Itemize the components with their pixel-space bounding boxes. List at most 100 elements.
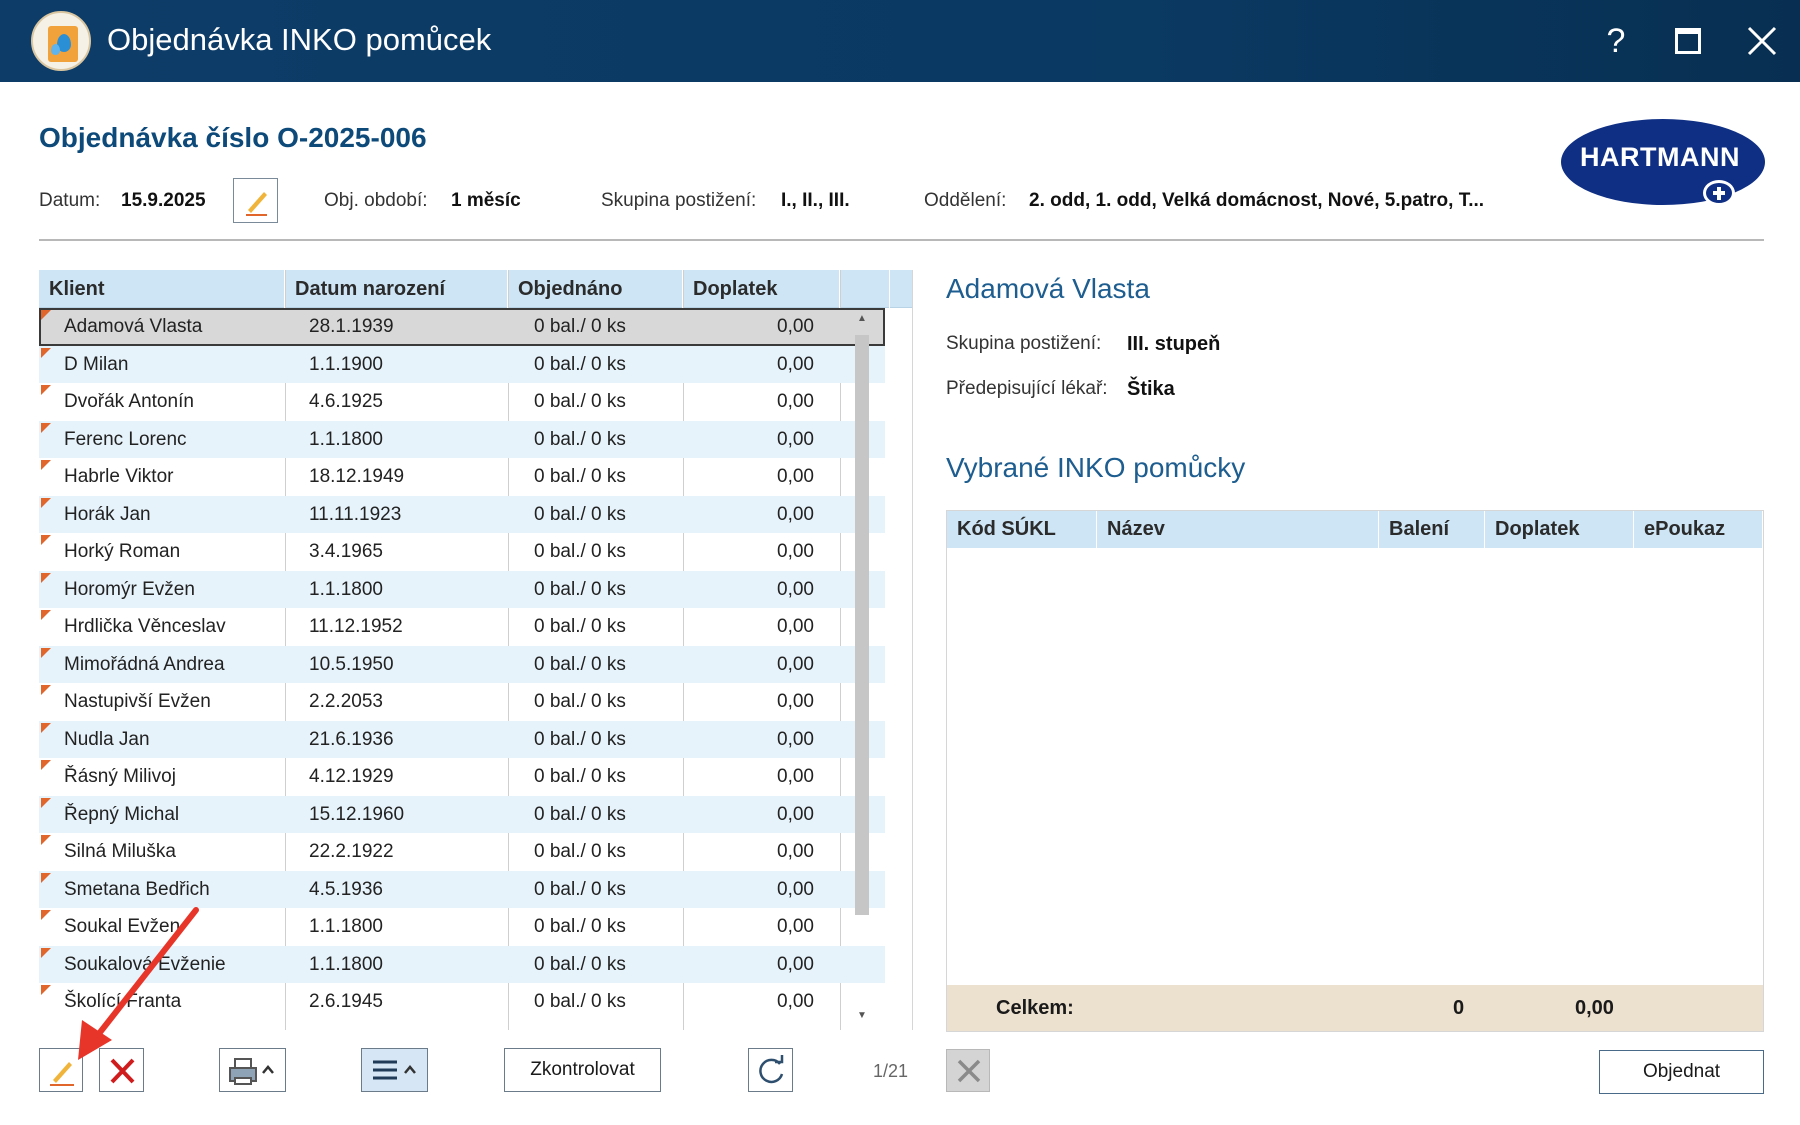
table-row[interactable]: Hrdlička Věnceslav 11.12.1952 0 bal./ 0 ks… — [39, 608, 885, 646]
refresh-icon — [759, 1055, 784, 1084]
table-row[interactable]: Nudla Jan 21.6.1936 0 bal./ 0 ks 0,00 — [39, 720, 885, 758]
row-flag-icon — [41, 422, 51, 433]
surcharge-cell: 0,00 — [777, 578, 814, 600]
column-header-empty — [840, 270, 890, 308]
row-flag-icon — [41, 947, 51, 958]
check-button[interactable]: Zkontrolovat — [504, 1048, 661, 1092]
ordered-cell: 0 bal./ 0 ks — [534, 878, 626, 900]
row-flag-icon — [41, 872, 51, 883]
ordered-cell: 0 bal./ 0 ks — [534, 841, 626, 862]
print-button[interactable] — [219, 1048, 286, 1092]
detail-doctor-label: Předepisující lékař: — [946, 378, 1108, 399]
column-header-epoukaz[interactable]: ePoukaz — [1634, 511, 1763, 548]
table-row[interactable]: Dvořák Antonín 4.6.1925 0 bal./ 0 ks 0,00 — [39, 383, 885, 421]
annotation-arrow — [78, 907, 199, 1060]
row-flag-icon — [41, 385, 51, 395]
client-name-cell: Nudla Jan — [64, 728, 150, 750]
dob-cell: 1.1.1800 — [309, 578, 383, 600]
ordered-cell: 0 bal./ 0 ks — [534, 353, 626, 375]
table-row[interactable]: Horák Jan 11.11.1923 0 bal./ 0 ks 0,00 — [39, 495, 885, 533]
ordered-cell: 0 bal./ 0 ks — [534, 541, 626, 562]
ordered-cell: 0 bal./ 0 ks — [534, 991, 626, 1012]
header-divider — [39, 239, 1764, 241]
row-flag-icon — [41, 460, 51, 470]
dob-cell: 11.11.1923 — [309, 503, 402, 525]
dob-cell: 1.1.1800 — [309, 916, 383, 937]
row-flag-icon — [41, 347, 51, 358]
surcharge-cell: 0,00 — [777, 428, 814, 450]
scroll-up-icon[interactable]: ▲ — [857, 313, 867, 324]
ordered-cell: 0 bal./ 0 ks — [534, 503, 626, 525]
column-header-dob[interactable]: Datum narození — [285, 270, 508, 308]
table-row[interactable]: Horomýr Evžen 1.1.1800 0 bal./ 0 ks 0,00 — [39, 570, 885, 608]
surcharge-cell: 0,00 — [777, 953, 814, 975]
table-row[interactable]: Ferenc Lorenc 1.1.1800 0 bal./ 0 ks 0,00 — [39, 420, 885, 458]
refresh-button[interactable] — [748, 1048, 793, 1092]
ordered-cell: 0 bal./ 0 ks — [534, 466, 626, 487]
hartmann-plus-icon — [1703, 180, 1735, 206]
help-icon[interactable]: ? — [1593, 18, 1639, 64]
table-row[interactable]: Řásný Milivoj 4.12.1929 0 bal./ 0 ks 0,00 — [39, 758, 885, 796]
printer-icon — [229, 1058, 274, 1085]
table-row[interactable]: Nastupivší Evžen 2.2.2053 0 bal./ 0 ks 0,00 — [39, 683, 885, 721]
order-button[interactable]: Objednat — [1599, 1050, 1764, 1094]
close-icon[interactable] — [1739, 18, 1785, 64]
dob-cell: 22.2.1922 — [309, 841, 394, 862]
ordered-cell: 0 bal./ 0 ks — [534, 953, 626, 975]
items-total-row: Celkem: 0 0,00 — [947, 985, 1763, 1031]
scroll-down-icon[interactable]: ▼ — [857, 1010, 867, 1021]
dob-cell: 18.12.1949 — [309, 466, 405, 487]
menu-button[interactable] — [361, 1048, 428, 1092]
dob-cell: 21.6.1936 — [309, 728, 394, 750]
page-title: Objednávka číslo O-2025-006 — [39, 122, 427, 153]
ordered-cell: 0 bal./ 0 ks — [534, 803, 626, 825]
period-label: Obj. období: — [324, 190, 428, 211]
dob-cell: 4.6.1925 — [309, 391, 383, 412]
column-header-sukl[interactable]: Kód SÚKL — [947, 511, 1097, 548]
app-icon — [31, 11, 91, 71]
client-name-cell: Mimořádná Andrea — [64, 653, 225, 675]
ordered-cell: 0 bal./ 0 ks — [534, 616, 626, 637]
row-flag-icon — [41, 835, 51, 845]
surcharge-cell: 0,00 — [777, 991, 814, 1012]
table-row[interactable]: Řepný Michal 15.12.1960 0 bal./ 0 ks 0,00 — [39, 795, 885, 833]
clients-scrollbar[interactable] — [890, 308, 912, 1028]
column-header-client[interactable]: Klient — [39, 270, 285, 308]
total-surcharge: 0,00 — [1575, 997, 1614, 1019]
maximize-icon[interactable] — [1665, 18, 1711, 64]
clear-icon — [957, 1059, 981, 1083]
table-row[interactable]: Horký Roman 3.4.1965 0 bal./ 0 ks 0,00 — [39, 533, 885, 571]
period-value: 1 měsíc — [451, 190, 521, 211]
column-header-name[interactable]: Název — [1097, 511, 1379, 548]
surcharge-cell: 0,00 — [777, 878, 814, 900]
department-label: Oddělení: — [924, 190, 1007, 211]
table-row[interactable]: D Milan 1.1.1900 0 bal./ 0 ks 0,00 — [39, 345, 885, 383]
surcharge-cell: 0,00 — [777, 616, 814, 637]
total-packs: 0 — [1453, 997, 1465, 1019]
department-value: 2. odd, 1. odd, Velká domácnost, Nové, 5… — [1029, 190, 1485, 211]
client-name-cell: Habrle Viktor — [64, 466, 174, 487]
surcharge-cell: 0,00 — [777, 503, 814, 525]
row-flag-icon — [41, 797, 51, 808]
table-row[interactable]: Mimořádná Andrea 10.5.1950 0 bal./ 0 ks 0,0… — [39, 645, 885, 683]
column-header-item-surcharge[interactable]: Doplatek — [1485, 511, 1634, 548]
detail-doctor-value: Štika — [1127, 378, 1175, 400]
table-row[interactable]: Habrle Viktor 18.12.1949 0 bal./ 0 ks 0,00 — [39, 458, 885, 496]
table-row[interactable]: Adamová Vlasta 28.1.1939 0 bal./ 0 ks 0,00 — [39, 308, 885, 346]
column-header-ordered[interactable]: Objednáno — [508, 270, 683, 308]
dob-cell: 1.1.1800 — [309, 953, 383, 975]
table-row[interactable]: Silná Miluška 22.2.1922 0 bal./ 0 ks 0,00 — [39, 833, 885, 871]
clear-items-button[interactable] — [946, 1049, 990, 1092]
client-name-cell: Dvořák Antonín — [64, 391, 194, 412]
dob-cell: 4.5.1936 — [309, 878, 383, 900]
menu-icon — [373, 1060, 416, 1080]
surcharge-cell: 0,00 — [777, 353, 814, 375]
client-name-cell: Silná Miluška — [64, 841, 176, 862]
scrollbar-thumb[interactable] — [855, 335, 869, 915]
ordered-cell: 0 bal./ 0 ks — [534, 316, 626, 337]
row-flag-icon — [41, 760, 51, 770]
column-header-surcharge[interactable]: Doplatek — [683, 270, 840, 308]
ordered-cell: 0 bal./ 0 ks — [534, 428, 626, 450]
column-header-package[interactable]: Balení — [1379, 511, 1485, 548]
edit-date-button[interactable] — [233, 178, 278, 223]
